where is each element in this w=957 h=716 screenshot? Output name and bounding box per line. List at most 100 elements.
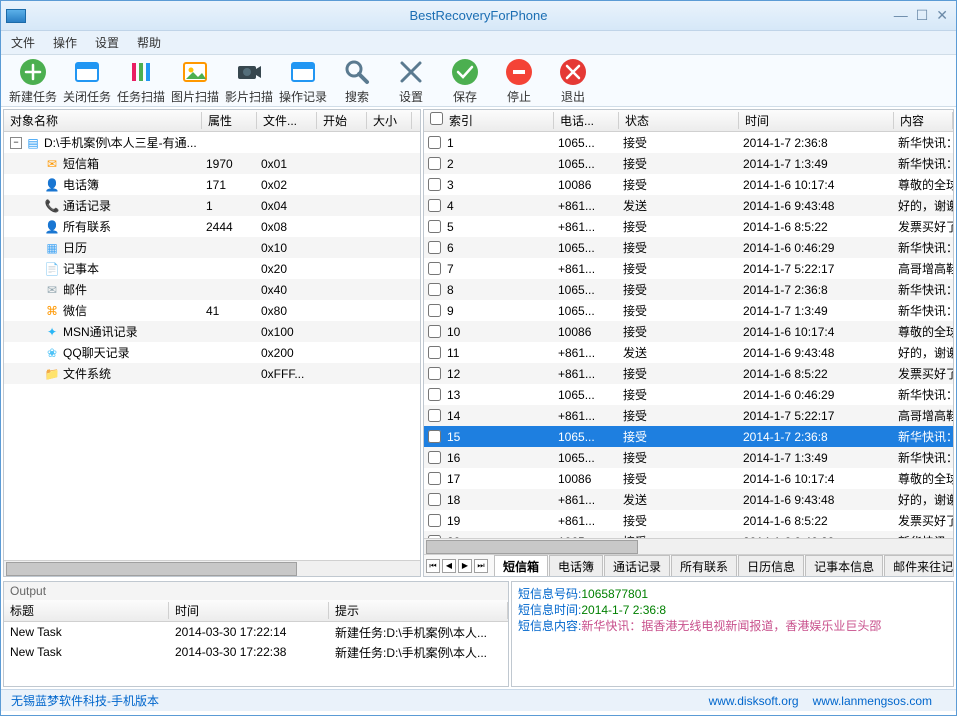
msg-checkbox[interactable] [428,367,441,380]
msg-checkbox[interactable] [428,262,441,275]
msg-row[interactable]: 21065...接受2014-1-7 1:3:49新华快讯：省 [424,153,953,174]
msg-header-3[interactable]: 时间 [739,112,894,129]
msg-checkbox[interactable] [428,220,441,233]
close-task-button[interactable]: 关闭任务 [61,56,113,105]
tree-row[interactable]: ❀QQ聊天记录0x200 [4,342,420,363]
tree-row[interactable]: 📁文件系统0xFFF... [4,363,420,384]
msg-checkbox[interactable] [428,304,441,317]
msg-checkbox[interactable] [428,514,441,527]
msg-row[interactable]: 4+861...发送2014-1-6 9:43:48好的，谢谢 [424,195,953,216]
tab-2[interactable]: 通话记录 [604,555,670,577]
msg-checkbox[interactable] [428,388,441,401]
msg-checkbox[interactable] [428,472,441,485]
msg-row[interactable]: 18+861...发送2014-1-6 9:43:48好的，谢谢 [424,489,953,510]
msg-row[interactable]: 5+861...接受2014-1-6 8:5:22发票买好了， [424,216,953,237]
tree-row[interactable]: 📄记事本0x20 [4,258,420,279]
tree-header-1[interactable]: 属性 [202,112,257,129]
msg-row[interactable]: 81065...接受2014-1-7 2:36:8新华快讯：据 [424,279,953,300]
msg-row[interactable]: 161065...接受2014-1-7 1:3:49新华快讯：省 [424,447,953,468]
select-all-checkbox[interactable] [430,112,443,125]
tree-row[interactable]: −▤D:\手机案例\本人三星-有通... [4,132,420,153]
tab-5[interactable]: 记事本信息 [805,555,883,577]
message-list[interactable]: 11065...接受2014-1-7 2:36:8新华快讯：据21065...接… [424,132,953,538]
close-button[interactable]: ✕ [936,7,948,24]
msg-checkbox[interactable] [428,493,441,506]
status-link-1[interactable]: www.disksoft.org [709,694,799,708]
msg-checkbox[interactable] [428,157,441,170]
msg-checkbox[interactable] [428,451,441,464]
tree-hscroll[interactable] [4,560,420,576]
tree-toggle-icon[interactable]: − [10,137,22,149]
settings-button[interactable]: 设置 [385,56,437,105]
msg-row[interactable]: 7+861...接受2014-1-7 5:22:17高哥增高鞋马 [424,258,953,279]
menu-1[interactable]: 操作 [53,34,77,51]
status-link-2[interactable]: www.lanmengsos.com [813,694,932,708]
msg-row[interactable]: 12+861...接受2014-1-6 8:5:22发票买好了， [424,363,953,384]
output-list[interactable]: New Task2014-03-30 17:22:14新建任务:D:\手机案例\… [4,622,508,686]
tab-nav-last-icon[interactable]: ⏭ [474,559,488,573]
output-header-0[interactable]: 标题 [4,602,169,619]
video-scan-button[interactable]: 影片扫描 [223,56,275,105]
msg-header-2[interactable]: 状态 [619,112,739,129]
msg-checkbox[interactable] [428,241,441,254]
msg-checkbox[interactable] [428,409,441,422]
tree-row[interactable]: ✦MSN通讯记录0x100 [4,321,420,342]
output-header-1[interactable]: 时间 [169,602,329,619]
msg-row[interactable]: 91065...接受2014-1-7 1:3:49新华快讯：省 [424,300,953,321]
maximize-button[interactable]: ☐ [916,7,929,24]
msg-header-1[interactable]: 电话... [554,112,619,129]
tab-3[interactable]: 所有联系 [671,555,737,577]
msg-row[interactable]: 151065...接受2014-1-7 2:36:8新华快讯：据 [424,426,953,447]
msg-header-4[interactable]: 内容 [894,112,953,129]
object-tree[interactable]: −▤D:\手机案例\本人三星-有通...✉短信箱19700x01👤电话簿1710… [4,132,420,560]
tab-6[interactable]: 邮件来往记录 [884,555,953,577]
tab-4[interactable]: 日历信息 [738,555,804,577]
msg-checkbox[interactable] [428,136,441,149]
task-scan-button[interactable]: 任务扫描 [115,56,167,105]
msg-row[interactable]: 310086接受2014-1-6 10:17:4尊敬的全球通 [424,174,953,195]
msg-row[interactable]: 11065...接受2014-1-7 2:36:8新华快讯：据 [424,132,953,153]
output-row[interactable]: New Task2014-03-30 17:22:14新建任务:D:\手机案例\… [4,622,508,642]
msg-checkbox[interactable] [428,346,441,359]
tab-nav-first-icon[interactable]: ⏮ [426,559,440,573]
tab-nav-next-icon[interactable]: ▶ [458,559,472,573]
tree-row[interactable]: ✉短信箱19700x01 [4,153,420,174]
output-row[interactable]: New Task2014-03-30 17:22:38新建任务:D:\手机案例\… [4,642,508,662]
tab-0[interactable]: 短信箱 [494,555,548,577]
msg-row[interactable]: 1710086接受2014-1-6 10:17:4尊敬的全球通 [424,468,953,489]
msg-checkbox[interactable] [428,430,441,443]
tree-row[interactable]: ⌘微信410x80 [4,300,420,321]
msg-checkbox[interactable] [428,283,441,296]
minimize-button[interactable]: — [894,7,908,24]
tree-header-0[interactable]: 对象名称 [4,112,202,129]
tree-row[interactable]: ▦日历0x10 [4,237,420,258]
msg-row[interactable]: 14+861...接受2014-1-7 5:22:17高哥增高鞋马 [424,405,953,426]
tree-row[interactable]: 👤电话簿1710x02 [4,174,420,195]
op-log-button[interactable]: 操作记录 [277,56,329,105]
msg-checkbox[interactable] [428,199,441,212]
exit-button[interactable]: 退出 [547,56,599,105]
menu-0[interactable]: 文件 [11,34,35,51]
menu-2[interactable]: 设置 [95,34,119,51]
msg-checkbox[interactable] [428,325,441,338]
msg-hscroll[interactable] [424,538,953,554]
tab-1[interactable]: 电话簿 [549,555,603,577]
output-header-2[interactable]: 提示 [329,602,508,619]
msg-row[interactable]: 61065...接受2014-1-6 0:46:29新华快讯：宁 [424,237,953,258]
msg-header-0[interactable]: 索引 [424,112,554,129]
tree-row[interactable]: 👤所有联系24440x08 [4,216,420,237]
msg-row[interactable]: 131065...接受2014-1-6 0:46:29新华快讯：宁 [424,384,953,405]
tree-header-4[interactable]: 大小 [367,112,412,129]
tree-row[interactable]: ✉邮件0x40 [4,279,420,300]
msg-row[interactable]: 201065...接受2014-1-6 0:46:29新华快讯：宁 [424,531,953,538]
search-button[interactable]: 搜索 [331,56,383,105]
save-button[interactable]: 保存 [439,56,491,105]
tab-nav-prev-icon[interactable]: ◀ [442,559,456,573]
tree-header-3[interactable]: 开始 [317,112,367,129]
tree-header-2[interactable]: 文件... [257,112,317,129]
msg-row[interactable]: 1010086接受2014-1-6 10:17:4尊敬的全球通 [424,321,953,342]
image-scan-button[interactable]: 图片扫描 [169,56,221,105]
msg-checkbox[interactable] [428,178,441,191]
msg-row[interactable]: 19+861...接受2014-1-6 8:5:22发票买好了， [424,510,953,531]
tree-row[interactable]: 📞通话记录10x04 [4,195,420,216]
